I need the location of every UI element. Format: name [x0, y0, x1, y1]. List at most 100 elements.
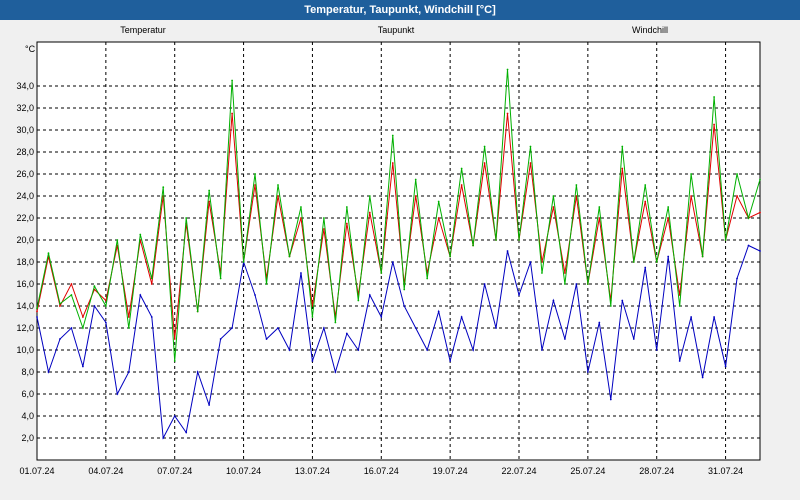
data-point-taupunkt: [47, 371, 50, 373]
data-point-taupunkt: [391, 261, 394, 263]
data-point-taupunkt: [414, 327, 417, 329]
data-point-windchill: [277, 184, 279, 186]
x-tick-label: 25.07.24: [570, 466, 605, 476]
data-point-windchill: [59, 302, 61, 305]
data-point-taupunkt: [575, 283, 578, 285]
x-tick-label: 13.07.24: [295, 466, 330, 476]
y-tick-label: 24,0: [16, 191, 34, 201]
data-point-windchill: [368, 195, 371, 197]
data-point-taupunkt: [196, 371, 199, 373]
data-point-temperatur: [150, 283, 153, 285]
data-point-temperatur: [621, 167, 624, 170]
data-point-windchill: [391, 134, 394, 137]
x-tick-label: 10.07.24: [226, 466, 261, 476]
data-point-windchill: [644, 184, 647, 186]
data-point-windchill: [414, 178, 417, 181]
data-point-temperatur: [59, 305, 61, 307]
data-point-temperatur: [483, 162, 486, 164]
data-point-windchill: [311, 316, 314, 318]
data-point-temperatur: [667, 217, 670, 219]
data-point-windchill: [495, 239, 497, 241]
data-point-windchill: [449, 255, 452, 258]
data-point-temperatur: [736, 195, 738, 197]
y-tick-label: 4,0: [21, 411, 34, 421]
data-point-windchill: [47, 252, 50, 255]
data-point-taupunkt: [265, 338, 268, 340]
data-point-temperatur: [564, 272, 566, 274]
data-point-taupunkt: [288, 349, 291, 351]
y-tick-label: 10,0: [16, 345, 34, 355]
data-point-windchill: [116, 239, 119, 241]
y-tick-label: 8,0: [21, 367, 34, 377]
data-point-taupunkt: [701, 376, 704, 379]
data-point-taupunkt: [82, 365, 84, 368]
data-point-windchill: [288, 255, 291, 258]
data-point-windchill: [334, 321, 337, 324]
x-tick-label: 22.07.24: [501, 466, 536, 476]
data-point-windchill: [36, 307, 38, 310]
data-point-windchill: [713, 96, 715, 98]
data-point-windchill: [242, 261, 245, 263]
data-point-temperatur: [127, 316, 130, 318]
data-point-taupunkt: [70, 327, 73, 329]
y-tick-label: 20,0: [16, 235, 34, 245]
data-point-temperatur: [173, 338, 176, 340]
window-title: Temperatur, Taupunkt, Windchill [°C]: [0, 0, 800, 20]
data-point-taupunkt: [219, 338, 222, 340]
data-point-taupunkt: [690, 316, 693, 318]
data-point-windchill: [506, 68, 509, 71]
data-point-taupunkt: [323, 327, 325, 329]
data-point-windchill: [150, 277, 153, 280]
data-point-windchill: [380, 272, 383, 274]
data-point-taupunkt: [564, 338, 566, 340]
data-point-taupunkt: [254, 294, 256, 296]
data-point-taupunkt: [368, 294, 371, 296]
data-point-temperatur: [277, 195, 279, 197]
data-point-temperatur: [690, 195, 693, 197]
data-point-windchill: [541, 272, 543, 274]
data-point-windchill: [575, 184, 578, 186]
data-point-taupunkt: [506, 250, 509, 252]
data-point-taupunkt: [334, 371, 337, 373]
data-point-windchill: [655, 261, 658, 263]
x-tick-label: 04.07.24: [88, 466, 123, 476]
data-point-windchill: [690, 173, 693, 175]
data-point-windchill: [483, 145, 486, 148]
data-point-temperatur: [345, 222, 348, 225]
data-point-taupunkt: [231, 327, 233, 329]
data-point-temperatur: [368, 211, 371, 214]
legend-label-windchill: Windchill: [632, 25, 668, 35]
data-point-taupunkt: [403, 305, 406, 307]
data-point-temperatur: [644, 200, 647, 203]
data-point-taupunkt: [667, 255, 670, 258]
chart-canvas: 2,0 4,0 6,0 8,0 10,0 12,0 14,0 16,0 18,0 20,0 22,0…: [16, 25, 761, 476]
data-point-taupunkt: [529, 261, 532, 263]
data-point-windchill: [208, 189, 211, 192]
data-point-taupunkt: [357, 349, 360, 351]
data-point-windchill: [472, 244, 474, 247]
data-point-windchill: [736, 173, 738, 175]
data-point-taupunkt: [127, 371, 130, 373]
data-point-temperatur: [414, 195, 417, 197]
data-point-temperatur: [231, 112, 233, 115]
data-point-taupunkt: [311, 360, 314, 362]
y-tick-label: 18,0: [16, 257, 34, 267]
x-tick-label: 01.07.24: [19, 466, 54, 476]
x-tick-label: 07.07.24: [157, 466, 192, 476]
x-tick-label: 19.07.24: [433, 466, 468, 476]
chart-window: Temperatur, Taupunkt, Windchill [°C] 2,0…: [0, 0, 800, 500]
data-point-temperatur: [506, 112, 509, 115]
data-point-taupunkt: [426, 349, 429, 351]
data-point-temperatur: [529, 162, 532, 164]
data-point-taupunkt: [173, 415, 176, 417]
data-point-temperatur: [70, 283, 73, 285]
data-point-taupunkt: [483, 283, 486, 285]
data-point-taupunkt: [93, 305, 96, 307]
data-point-windchill: [747, 217, 750, 219]
data-point-taupunkt: [185, 431, 188, 434]
y-tick-label: 34,0: [16, 81, 34, 91]
data-point-windchill: [196, 310, 199, 313]
data-point-windchill: [552, 195, 555, 197]
data-point-windchill: [609, 305, 612, 307]
y-tick-label: 26,0: [16, 169, 34, 179]
